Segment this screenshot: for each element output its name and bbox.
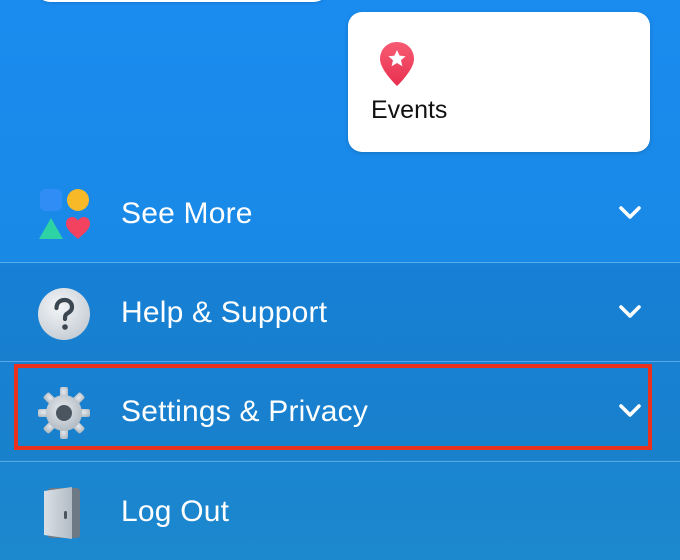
menu-item-log-out[interactable]: Log Out [0, 462, 680, 560]
chevron-down-icon[interactable] [618, 204, 642, 222]
menu-item-label: See More [121, 197, 253, 230]
events-label: Events [371, 96, 448, 124]
menu-item-label: Help & Support [121, 296, 328, 329]
menu-item-see-more[interactable]: See More [0, 164, 680, 262]
menu-item-settings-privacy[interactable]: Settings & Privacy [0, 362, 680, 460]
chevron-down-icon[interactable] [618, 303, 642, 321]
door-icon [44, 487, 80, 539]
menu-item-label: Settings & Privacy [121, 395, 369, 428]
menu-item-label: Log Out [121, 495, 230, 528]
chevron-down-icon[interactable] [618, 402, 642, 420]
see-more-shapes-icon [39, 189, 90, 239]
menu-item-help-support[interactable]: Help & Support [0, 263, 680, 361]
gear-icon [38, 387, 90, 439]
events-star-pin-icon [380, 42, 414, 86]
events-shortcut-card[interactable]: Events [348, 12, 650, 152]
question-mark-icon [38, 288, 90, 340]
shortcut-card-partial[interactable] [36, 0, 328, 2]
